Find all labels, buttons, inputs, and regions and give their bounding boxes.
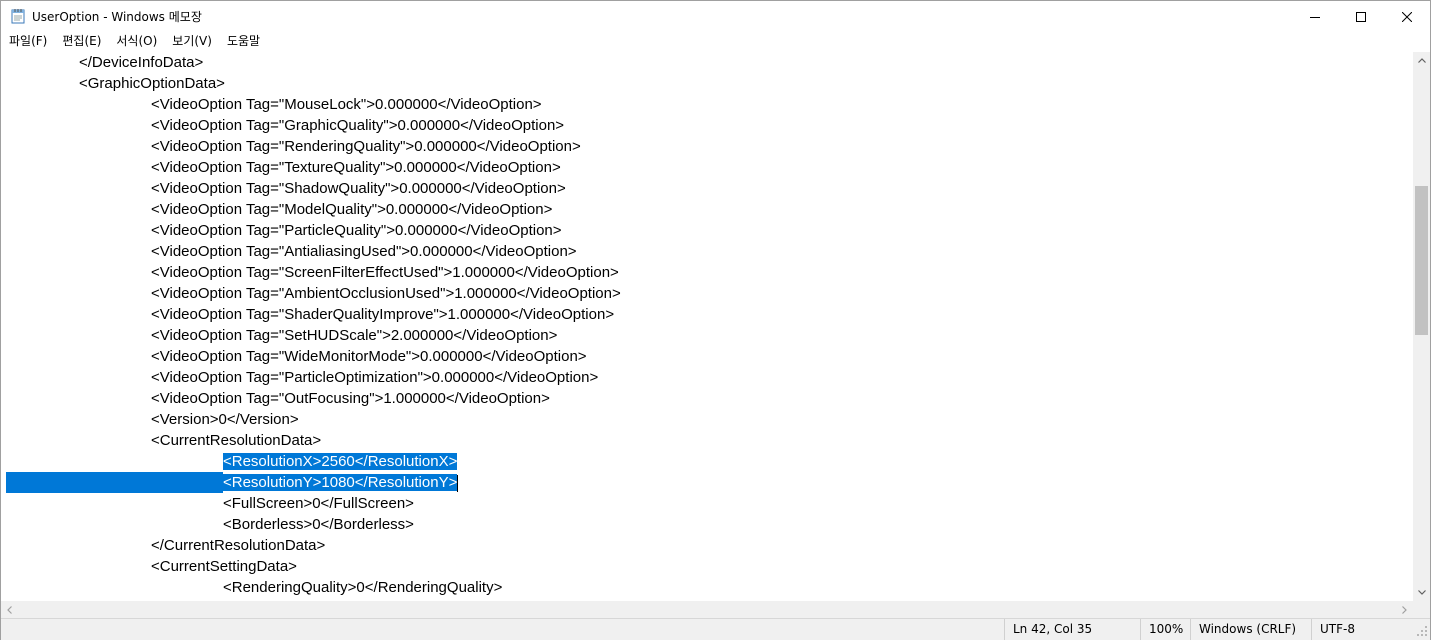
minimize-button[interactable]	[1292, 1, 1338, 32]
text-line: <VideoOption Tag="ModelQuality">0.000000…	[1, 199, 1413, 220]
title-bar[interactable]: UserOption - Windows 메모장	[1, 1, 1430, 32]
text-caret	[457, 475, 458, 492]
selection-highlight	[6, 472, 223, 493]
text-line-content: <VideoOption Tag="WideMonitorMode">0.000…	[151, 348, 587, 365]
text-line: </DeviceInfoData>	[1, 52, 1413, 73]
maximize-icon	[1356, 11, 1366, 22]
text-line: <ResolutionX>2560</ResolutionX>	[1, 451, 1413, 472]
text-line-content: <FullScreen>0</FullScreen>	[223, 495, 414, 512]
menu-edit[interactable]: 편집(E)	[54, 32, 108, 51]
text-line: <VideoOption Tag="AmbientOcclusionUsed">…	[1, 283, 1413, 304]
text-line-content: <CurrentSettingData>	[151, 558, 297, 575]
status-bar: Ln 42, Col 35 100% Windows (CRLF) UTF-8	[1, 618, 1430, 640]
maximize-button[interactable]	[1338, 1, 1384, 32]
text-line: <VideoOption Tag="ScreenFilterEffectUsed…	[1, 262, 1413, 283]
menu-bar: 파일(F) 편집(E) 서식(O) 보기(V) 도움말	[1, 32, 1430, 51]
chevron-up-icon	[1417, 58, 1426, 63]
text-line: <VideoOption Tag="ShaderQualityImprove">…	[1, 304, 1413, 325]
text-line: <ResolutionY>1080</ResolutionY>	[1, 472, 1413, 493]
text-line: <VideoOption Tag="WideMonitorMode">0.000…	[1, 346, 1413, 367]
text-line: <VideoOption Tag="SetHUDScale">2.000000<…	[1, 325, 1413, 346]
text-line-content: <VideoOption Tag="GraphicQuality">0.0000…	[151, 117, 565, 134]
text-line: <VideoOption Tag="MouseLock">0.000000</V…	[1, 94, 1413, 115]
text-line-content: <VideoOption Tag="ParticleQuality">0.000…	[151, 222, 562, 239]
chevron-left-icon	[7, 605, 12, 614]
text-lines: </DeviceInfoData> <GraphicOptionData> <Vid…	[1, 52, 1413, 598]
text-line: <VideoOption Tag="ParticleQuality">0.000…	[1, 220, 1413, 241]
scroll-right-button[interactable]	[1396, 601, 1413, 618]
text-line-content: <VideoOption Tag="AntialiasingUsed">0.00…	[151, 243, 577, 260]
text-line: <VideoOption Tag="OutFocusing">1.000000<…	[1, 388, 1413, 409]
text-line-content: <VideoOption Tag="TextureQuality">0.0000…	[151, 159, 561, 176]
menu-format[interactable]: 서식(O)	[108, 32, 164, 51]
status-zoom: 100%	[1140, 619, 1190, 640]
text-line: <Version>0</Version>	[1, 409, 1413, 430]
text-line-content: <VideoOption Tag="ScreenFilterEffectUsed…	[151, 264, 619, 281]
text-line-content: <VideoOption Tag="ParticleOptimization">…	[151, 369, 599, 386]
vertical-scroll-thumb[interactable]	[1415, 186, 1428, 335]
vertical-scrollbar[interactable]	[1413, 52, 1430, 601]
text-line: <GraphicOptionData>	[1, 73, 1413, 94]
scroll-down-button[interactable]	[1413, 584, 1430, 601]
scrollbar-corner	[1413, 601, 1430, 618]
minimize-icon	[1310, 16, 1320, 18]
text-line-content: </DeviceInfoData>	[79, 54, 204, 71]
menu-file[interactable]: 파일(F)	[1, 32, 54, 51]
text-line: <VideoOption Tag="GraphicQuality">0.0000…	[1, 115, 1413, 136]
text-line: <CurrentSettingData>	[1, 556, 1413, 577]
window-title: UserOption - Windows 메모장	[32, 10, 202, 24]
text-line-content: <VideoOption Tag="SetHUDScale">2.000000<…	[151, 327, 558, 344]
text-line-content: <CurrentResolutionData>	[151, 432, 322, 449]
chevron-right-icon	[1402, 605, 1407, 614]
status-line-ending: Windows (CRLF)	[1190, 619, 1311, 640]
text-line-content: <VideoOption Tag="RenderingQuality">0.00…	[151, 138, 581, 155]
text-line-content: <VideoOption Tag="OutFocusing">1.000000<…	[151, 390, 550, 407]
menu-view[interactable]: 보기(V)	[164, 32, 219, 51]
text-line: </CurrentResolutionData>	[1, 535, 1413, 556]
status-position: Ln 42, Col 35	[1004, 619, 1146, 640]
text-editor[interactable]: </DeviceInfoData> <GraphicOptionData> <Vid…	[1, 52, 1413, 601]
text-line: <FullScreen>0</FullScreen>	[1, 493, 1413, 514]
scroll-up-button[interactable]	[1413, 52, 1430, 69]
text-line-content: <VideoOption Tag="ModelQuality">0.000000…	[151, 201, 553, 218]
notepad-icon	[11, 8, 25, 24]
text-line-content: <ResolutionY>1080</ResolutionY>	[223, 474, 458, 491]
text-line-content: <VideoOption Tag="AmbientOcclusionUsed">…	[151, 285, 621, 302]
text-line: <VideoOption Tag="AntialiasingUsed">0.00…	[1, 241, 1413, 262]
text-line: <Borderless>0</Borderless>	[1, 514, 1413, 535]
text-line-content: <GraphicOptionData>	[79, 75, 225, 92]
text-line-content: <VideoOption Tag="ShadowQuality">0.00000…	[151, 180, 566, 197]
text-line: <RenderingQuality>0</RenderingQuality>	[1, 577, 1413, 598]
text-line-content: <RenderingQuality>0</RenderingQuality>	[223, 579, 503, 596]
text-line-content: <VideoOption Tag="MouseLock">0.000000</V…	[151, 96, 542, 113]
horizontal-scrollbar[interactable]	[1, 601, 1413, 618]
text-line-content: <ResolutionX>2560</ResolutionX>	[223, 453, 458, 470]
menu-help[interactable]: 도움말	[219, 32, 267, 51]
text-line-content: <VideoOption Tag="ShaderQualityImprove">…	[151, 306, 615, 323]
status-encoding: UTF-8	[1311, 619, 1413, 640]
text-line: <VideoOption Tag="ParticleOptimization">…	[1, 367, 1413, 388]
chevron-down-icon	[1417, 590, 1426, 595]
text-line: <CurrentResolutionData>	[1, 430, 1413, 451]
text-line: <VideoOption Tag="TextureQuality">0.0000…	[1, 157, 1413, 178]
close-icon	[1402, 11, 1412, 22]
scroll-left-button[interactable]	[1, 601, 18, 618]
text-line: <VideoOption Tag="ShadowQuality">0.00000…	[1, 178, 1413, 199]
text-line-content: <Version>0</Version>	[151, 411, 299, 428]
notepad-window: UserOption - Windows 메모장 파일(F) 편집(E) 서식(…	[0, 0, 1431, 640]
resize-grip-icon[interactable]	[1413, 621, 1429, 639]
text-line: <VideoOption Tag="RenderingQuality">0.00…	[1, 136, 1413, 157]
close-button[interactable]	[1384, 1, 1430, 32]
text-line-content: </CurrentResolutionData>	[151, 537, 326, 554]
text-line-content: <Borderless>0</Borderless>	[223, 516, 414, 533]
